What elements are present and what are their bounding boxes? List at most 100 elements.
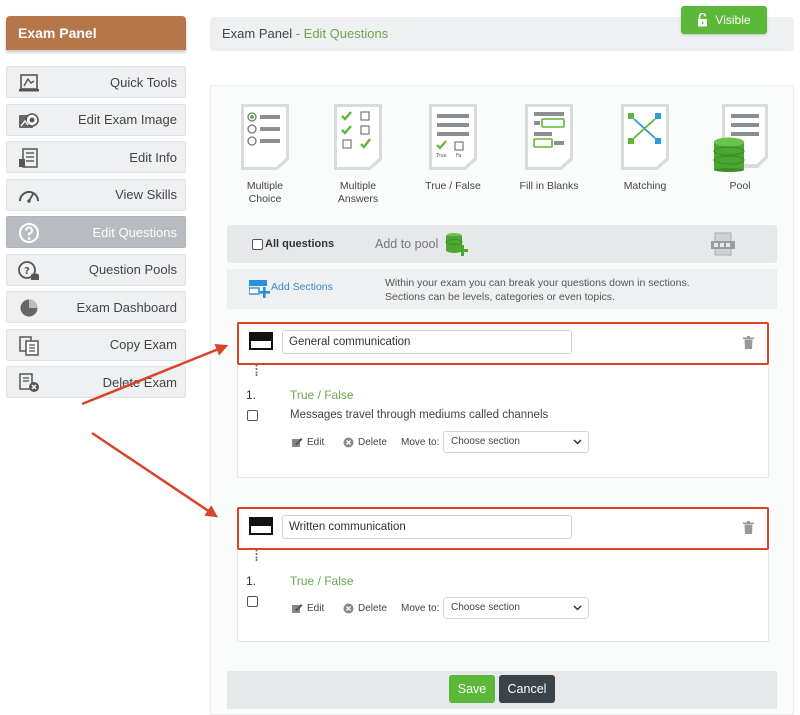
connector-dots [255, 364, 258, 376]
delete-label: Delete [358, 603, 387, 614]
add-to-pool-button[interactable]: Add to pool [375, 237, 438, 251]
sidebar-item-label: Exam Dashboard [76, 299, 177, 315]
question-type-label: Multiple Choice [246, 180, 284, 205]
sections-help-line: Sections can be levels, categories or ev… [385, 291, 615, 303]
question-type-label: True / False [290, 388, 354, 402]
add-sections-link[interactable]: Add Sections [271, 281, 333, 293]
question-checkbox[interactable] [247, 596, 258, 607]
delete-icon [19, 373, 39, 392]
quick-tools-icon [19, 74, 39, 92]
true-false-icon: True Fa [429, 104, 477, 170]
move-to-select-value: Choose section [451, 436, 520, 447]
highlight-box [237, 507, 769, 550]
sidebar-item-quick-tools[interactable]: Quick Tools [6, 66, 186, 98]
mini-false-text: Fa [456, 153, 461, 159]
question-checkbox[interactable] [247, 410, 258, 421]
sidebar-item-delete-exam[interactable]: Delete Exam [6, 366, 186, 398]
sections-help-line: Within your exam you can break your ques… [385, 277, 690, 289]
question-type-label: Matching [623, 180, 667, 192]
save-button[interactable]: Save [449, 675, 495, 703]
form-footer: Save Cancel [227, 671, 777, 709]
breadcrumb-separator: - [292, 26, 304, 41]
delete-circle-icon [343, 603, 354, 614]
question-type-matching[interactable]: Matching [609, 102, 681, 193]
delete-question-button[interactable]: Delete [343, 603, 387, 614]
breadcrumb-current: Edit Questions [303, 26, 389, 41]
chevron-down-icon [573, 605, 582, 611]
breadcrumb-root[interactable]: Exam Panel [222, 26, 292, 41]
edit-label: Edit [307, 603, 325, 614]
sidebar-item-label: Quick Tools [110, 74, 177, 90]
question-number: 1. [246, 574, 257, 588]
sidebar-item-exam-dashboard[interactable]: Exam Dashboard [6, 291, 186, 323]
question-type-pool[interactable]: Pool [704, 102, 776, 193]
question-type-multiple-choice[interactable]: Multiple Choice [229, 102, 301, 206]
sidebar: Exam Panel Quick Tools Edit Exam Image E… [6, 16, 186, 404]
image-icon [19, 112, 39, 128]
edit-questions-panel: Multiple Choice Multiple Answers True Fa… [210, 85, 794, 715]
sidebar-item-label: Edit Questions [92, 224, 177, 240]
visibility-toggle-button[interactable]: Visible [681, 6, 767, 34]
delete-label: Delete [358, 437, 387, 448]
sidebar-item-label: Delete Exam [102, 374, 177, 390]
question-type-multiple-answers[interactable]: Multiple Answers [322, 102, 394, 206]
pencil-icon [292, 604, 303, 613]
connector-dots [255, 549, 258, 561]
select-all-checkbox[interactable] [252, 239, 263, 250]
mini-true-text: True [435, 153, 447, 159]
sidebar-list: Quick Tools Edit Exam Image Edit Info Vi… [6, 66, 186, 398]
dashboard-icon [20, 299, 38, 317]
chevron-down-icon [573, 439, 582, 445]
question-type-picker: Multiple Choice Multiple Answers True Fa… [229, 102, 769, 212]
question-type-true-false[interactable]: True Fa True / False [417, 102, 489, 193]
multiple-answers-icon [334, 104, 382, 170]
move-to-select[interactable]: Choose section [443, 597, 589, 619]
sidebar-item-label: Copy Exam [109, 337, 177, 352]
database-add-icon[interactable] [445, 232, 469, 256]
pdf-export-icon[interactable] [710, 232, 736, 256]
edit-question-button[interactable]: Edit [292, 603, 324, 614]
question-type-fill-in-blanks[interactable]: Fill in Blanks [513, 102, 585, 193]
fill-blanks-icon [525, 104, 573, 170]
question-number: 1. [246, 388, 257, 402]
add-section-icon[interactable] [249, 277, 271, 299]
sidebar-item-label: Question Pools [88, 262, 177, 277]
arrow-to-section-2 [91, 431, 219, 518]
edit-question-button[interactable]: Edit [292, 437, 324, 448]
question-text: Messages travel through mediums called c… [290, 409, 549, 421]
question-type-label: Multiple Answers [337, 180, 379, 205]
questions-toolbar: All questions Add to pool [227, 225, 777, 263]
pool-database-icon [713, 104, 768, 172]
sidebar-item-question-pools[interactable]: ? Question Pools [6, 253, 186, 286]
question-type-label: True / False [425, 180, 481, 192]
select-all-label: All questions [265, 238, 335, 250]
question-type-label: Pool [729, 180, 751, 192]
sidebar-item-label: View Skills [115, 187, 177, 202]
question-type-label: Fill in Blanks [519, 180, 579, 192]
cancel-button[interactable]: Cancel [499, 675, 555, 703]
sidebar-item-edit-questions[interactable]: Edit Questions [6, 216, 186, 248]
svg-text:?: ? [24, 266, 30, 277]
question-type-label: True / False [290, 574, 354, 588]
sidebar-title: Exam Panel [6, 16, 186, 50]
move-to-label: Move to: [401, 603, 440, 614]
unlock-icon [698, 13, 708, 27]
highlight-box [237, 322, 769, 365]
sidebar-item-edit-exam-image[interactable]: Edit Exam Image [6, 103, 186, 136]
sidebar-item-view-skills[interactable]: View Skills [6, 178, 186, 211]
sections-help-text: Within your exam you can break your ques… [385, 276, 690, 304]
sections-bar: Add Sections Within your exam you can br… [227, 269, 777, 309]
question-icon [19, 223, 39, 243]
delete-question-button[interactable]: Delete [343, 437, 387, 448]
sidebar-item-edit-info[interactable]: Edit Info [6, 141, 186, 173]
sidebar-item-copy-exam[interactable]: Copy Exam [6, 328, 186, 361]
info-icon [19, 148, 38, 168]
move-to-label: Move to: [401, 437, 440, 448]
pool-icon: ? [18, 260, 39, 280]
edit-label: Edit [307, 437, 325, 448]
pencil-icon [292, 438, 303, 447]
visibility-label: Visible [715, 13, 751, 27]
copy-icon [19, 335, 39, 356]
delete-circle-icon [343, 437, 354, 448]
move-to-select[interactable]: Choose section [443, 431, 589, 453]
